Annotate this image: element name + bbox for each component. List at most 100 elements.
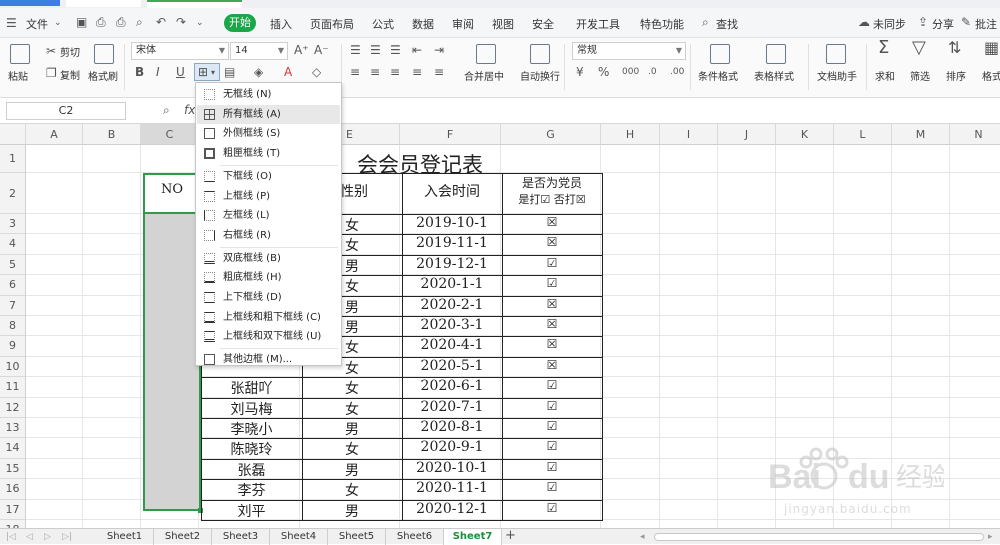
column-header-f[interactable]: F xyxy=(400,124,501,145)
column-header-g[interactable]: G xyxy=(501,124,601,145)
row-header-8[interactable]: 8 xyxy=(0,316,26,337)
menu-review[interactable]: 审阅 xyxy=(452,16,474,32)
border-option-13[interactable]: 其他边框 (M)... xyxy=(197,350,340,369)
format-painter-button[interactable]: 格式刷 xyxy=(88,68,118,83)
row-header-6[interactable]: 6 xyxy=(0,275,26,296)
clear-format-icon[interactable]: ◇ xyxy=(312,65,321,79)
table-style-button[interactable]: 表格样式 xyxy=(754,68,794,83)
sheet-tab-sheet3[interactable]: Sheet3 xyxy=(212,529,270,545)
comment-icon[interactable]: ✎ xyxy=(961,15,971,29)
sheet-tab-sheet1[interactable]: Sheet1 xyxy=(96,529,154,545)
column-header-b[interactable]: B xyxy=(83,124,141,145)
indent-increase-icon[interactable]: ⇥ xyxy=(434,43,444,57)
row-header-7[interactable]: 7 xyxy=(0,295,26,316)
border-option-11[interactable]: 上框线和粗下框线 (C) xyxy=(197,308,340,327)
share-icon[interactable]: ⇪ xyxy=(918,15,928,29)
justify-icon[interactable]: ≡ xyxy=(412,65,422,79)
increase-decimal-icon[interactable]: .0 xyxy=(648,65,657,79)
sheet-tab-sheet5[interactable]: Sheet5 xyxy=(328,529,386,545)
border-option-5[interactable]: 上框线 (P) xyxy=(197,187,340,206)
distributed-icon[interactable]: ≡ xyxy=(434,65,444,79)
row-header-2[interactable]: 2 xyxy=(0,173,26,214)
doc-helper-button[interactable]: 文档助手 xyxy=(817,68,857,83)
border-option-9[interactable]: 粗底框线 (H) xyxy=(197,268,340,287)
column-header-m[interactable]: M xyxy=(892,124,950,145)
sheet-tab-sheet2[interactable]: Sheet2 xyxy=(154,529,212,545)
hamburger-icon[interactable]: ☰ xyxy=(6,16,17,30)
border-option-0[interactable]: 无框线 (N) xyxy=(197,85,340,104)
menu-formula[interactable]: 公式 xyxy=(372,16,394,32)
conditional-format-button[interactable]: 条件格式 xyxy=(698,68,738,83)
wrap-text-button[interactable]: 自动换行 xyxy=(520,68,560,83)
sum-icon[interactable]: Σ xyxy=(878,39,889,57)
align-middle-icon[interactable]: ☰ xyxy=(370,43,381,57)
copy-icon[interactable]: ❐ xyxy=(46,66,57,80)
column-header-h[interactable]: H xyxy=(601,124,660,145)
number-format-select[interactable]: 常规 ▼ xyxy=(572,42,686,60)
align-top-icon[interactable]: ☰ xyxy=(350,43,361,57)
prev-sheet-icon[interactable]: ◁ xyxy=(26,530,33,544)
menu-view[interactable]: 视图 xyxy=(492,16,514,32)
border-option-3[interactable]: 粗匣框线 (T) xyxy=(197,144,340,163)
zoom-icon[interactable]: ⌕ xyxy=(163,103,170,117)
menu-special[interactable]: 特色功能 xyxy=(640,16,684,32)
sort-icon[interactable]: ⇅ xyxy=(948,40,961,56)
share-button[interactable]: 分享 xyxy=(932,16,954,32)
row-header-13[interactable]: 13 xyxy=(0,418,26,439)
indent-decrease-icon[interactable]: ⇤ xyxy=(412,43,422,57)
menu-start[interactable]: 开始 xyxy=(224,14,256,32)
border-option-7[interactable]: 右框线 (R) xyxy=(197,226,340,245)
horizontal-scrollbar[interactable] xyxy=(654,533,984,541)
column-header-n[interactable]: N xyxy=(950,124,1000,145)
menu-data[interactable]: 数据 xyxy=(412,16,434,32)
underline-button[interactable]: U xyxy=(176,65,185,79)
chevron-down-icon[interactable]: ⌄ xyxy=(54,16,62,30)
table-style-icon[interactable] xyxy=(766,44,786,64)
fill-color-icon[interactable]: ◈ xyxy=(254,65,263,79)
thousands-icon[interactable]: 000 xyxy=(622,65,639,79)
row-header-9[interactable]: 9 xyxy=(0,336,26,357)
menu-security[interactable]: 安全 xyxy=(532,16,554,32)
column-header-k[interactable]: K xyxy=(776,124,834,145)
first-sheet-icon[interactable]: |◁ xyxy=(6,530,16,544)
print-icon[interactable]: ⎙ xyxy=(116,15,126,29)
row-header-16[interactable]: 16 xyxy=(0,479,26,500)
bold-button[interactable]: B xyxy=(135,65,144,79)
row-header-3[interactable]: 3 xyxy=(0,214,26,235)
column-header-a[interactable]: A xyxy=(26,124,83,145)
scroll-left-icon[interactable]: ◂ xyxy=(640,530,645,544)
search-icon[interactable]: ⌕ xyxy=(702,15,709,29)
name-box[interactable]: C2 xyxy=(6,102,126,120)
template-tab[interactable] xyxy=(66,0,141,7)
save-icon[interactable]: ▣ xyxy=(76,15,87,29)
doc-helper-icon[interactable] xyxy=(826,44,846,64)
menu-insert[interactable]: 插入 xyxy=(270,16,292,32)
font-name-select[interactable]: 宋体 ▼ xyxy=(131,42,229,60)
sheet-tab-sheet7[interactable]: Sheet7 xyxy=(444,529,502,545)
row-header-10[interactable]: 10 xyxy=(0,356,26,378)
decrease-decimal-icon[interactable]: .00 xyxy=(670,65,684,79)
font-color-icon[interactable]: A xyxy=(284,65,292,79)
cut-icon[interactable]: ✂ xyxy=(46,44,56,58)
filter-icon[interactable]: ▽ xyxy=(912,39,926,57)
copy-button[interactable]: 复制 xyxy=(60,67,80,82)
border-option-1[interactable]: 所有框线 (A) xyxy=(197,104,340,124)
border-option-6[interactable]: 左框线 (L) xyxy=(197,206,340,225)
row-header-14[interactable]: 14 xyxy=(0,438,26,459)
italic-button[interactable]: I xyxy=(156,65,160,79)
border-option-2[interactable]: 外侧框线 (S) xyxy=(197,124,340,143)
align-left-icon[interactable]: ≡ xyxy=(350,65,360,79)
redo-icon[interactable]: ↷ xyxy=(176,15,186,29)
border-button[interactable]: ⊞ ▾ xyxy=(194,63,220,81)
paste-button[interactable]: 粘贴 xyxy=(8,68,28,83)
format-button[interactable]: 格式 xyxy=(982,68,1000,83)
menu-developer[interactable]: 开发工具 xyxy=(576,16,620,32)
font-size-select[interactable]: 14 ▼ xyxy=(230,42,288,60)
row-header-18[interactable]: 18 xyxy=(0,520,26,528)
last-sheet-icon[interactable]: ▷| xyxy=(62,530,72,544)
row-header-15[interactable]: 15 xyxy=(0,458,26,480)
align-bottom-icon[interactable]: ☰ xyxy=(390,43,401,57)
sort-button[interactable]: 排序 xyxy=(946,68,966,83)
comment-button[interactable]: 批注 xyxy=(975,16,997,32)
quick-access-chevron-icon[interactable]: ⌄ xyxy=(196,16,204,30)
